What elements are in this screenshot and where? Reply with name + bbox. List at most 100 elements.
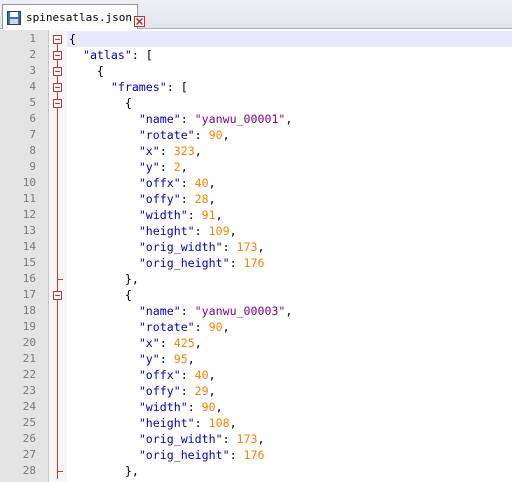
code-text: "offx": 40,	[69, 175, 216, 191]
line-number: 6	[29, 112, 36, 125]
line-number: 5	[29, 96, 36, 109]
code-token: 108	[208, 416, 230, 430]
line-number: 14	[22, 240, 36, 253]
code-token: "rotate"	[138, 128, 195, 142]
code-token: {	[69, 64, 104, 78]
code-token: "y"	[138, 160, 160, 174]
code-text: "rotate": 90,	[69, 319, 230, 335]
code-token: :	[180, 384, 195, 398]
fold-toggle-icon[interactable]	[53, 35, 62, 44]
code-text: "orig_height": 176	[69, 255, 265, 271]
line-number: 21	[22, 352, 36, 365]
code-token: {	[69, 32, 76, 46]
code-token: "orig_width"	[138, 240, 223, 254]
code-text: "atlas": [	[69, 47, 153, 63]
code-line[interactable]: 1{	[0, 31, 512, 47]
code-text: },	[69, 271, 139, 287]
code-token: :	[180, 112, 195, 126]
code-line[interactable]: 2 "atlas": [	[0, 47, 512, 63]
code-line[interactable]: 9 "y": 2,	[0, 159, 512, 175]
code-token: :	[180, 368, 195, 382]
code-token: ,	[180, 160, 188, 174]
code-token: 109	[208, 224, 230, 238]
code-line[interactable]: 16 },	[0, 271, 512, 287]
code-editor[interactable]: 1{2 "atlas": [3 {4 "frames": [5 {6 "name…	[0, 30, 512, 482]
code-line[interactable]: 19 "rotate": 90,	[0, 319, 512, 335]
fold-end-marker	[57, 279, 63, 280]
code-line[interactable]: 8 "x": 323,	[0, 143, 512, 159]
code-line[interactable]: 24 "width": 90,	[0, 399, 512, 415]
code-line[interactable]: 14 "orig_width": 173,	[0, 239, 512, 255]
code-line[interactable]: 10 "offx": 40,	[0, 175, 512, 191]
code-text: {	[69, 95, 132, 111]
code-line[interactable]: 28 },	[0, 463, 512, 479]
code-text: "name": "yanwu_00001",	[69, 111, 293, 127]
code-token: "y"	[138, 352, 160, 366]
code-token: :	[180, 176, 195, 190]
code-token: 28	[194, 192, 209, 206]
code-token: 176	[243, 448, 265, 462]
code-line[interactable]: 25 "height": 108,	[0, 415, 512, 431]
line-number: 20	[22, 336, 36, 349]
fold-toggle-icon[interactable]	[53, 99, 62, 108]
line-number: 15	[22, 256, 36, 269]
code-token: "yanwu_00003"	[194, 304, 286, 318]
code-line[interactable]: 17 {	[0, 287, 512, 303]
code-line[interactable]: 12 "width": 91,	[0, 207, 512, 223]
code-line[interactable]: 5 {	[0, 95, 512, 111]
code-line[interactable]: 22 "offx": 40,	[0, 367, 512, 383]
code-text: "frames": [	[69, 79, 188, 95]
code-text: "offy": 29,	[69, 383, 216, 399]
code-token: ,	[229, 224, 237, 238]
line-number: 11	[22, 192, 36, 205]
code-token: 95	[173, 352, 188, 366]
code-line[interactable]: 4 "frames": [	[0, 79, 512, 95]
code-token: 173	[236, 240, 258, 254]
code-line[interactable]: 20 "x": 425,	[0, 335, 512, 351]
code-token: :	[159, 160, 174, 174]
line-number: 8	[29, 144, 36, 157]
code-line[interactable]: 6 "name": "yanwu_00001",	[0, 111, 512, 127]
line-number: 3	[29, 64, 36, 77]
code-line[interactable]: 3 {	[0, 63, 512, 79]
code-line[interactable]: 18 "name": "yanwu_00003",	[0, 303, 512, 319]
code-line[interactable]: 26 "orig_width": 173,	[0, 431, 512, 447]
code-line[interactable]: 23 "offy": 29,	[0, 383, 512, 399]
code-token: "x"	[138, 144, 160, 158]
code-token: ,	[215, 208, 223, 222]
code-token: ,	[208, 384, 216, 398]
code-line[interactable]: 11 "offy": 28,	[0, 191, 512, 207]
fold-toggle-icon[interactable]	[53, 67, 62, 76]
code-token: 2	[173, 160, 181, 174]
code-line[interactable]: 7 "rotate": 90,	[0, 127, 512, 143]
fold-toggle-icon[interactable]	[53, 51, 62, 60]
code-token: : [	[166, 80, 188, 94]
fold-toggle-icon[interactable]	[53, 291, 62, 300]
code-text: "width": 91,	[69, 207, 223, 223]
code-token: },	[69, 464, 139, 478]
code-line[interactable]: 13 "height": 109,	[0, 223, 512, 239]
line-number: 1	[29, 32, 36, 45]
code-line[interactable]: 15 "orig_height": 176	[0, 255, 512, 271]
close-x-icon[interactable]	[133, 12, 145, 27]
code-line[interactable]: 21 "y": 95,	[0, 351, 512, 367]
tab-spinesatlas-json[interactable]: spinesatlas.json	[2, 4, 145, 29]
code-text: "y": 95,	[69, 351, 195, 367]
code-text: },	[69, 463, 139, 479]
fold-toggle-icon[interactable]	[53, 83, 62, 92]
code-token: ,	[257, 240, 265, 254]
code-line[interactable]: 27 "orig_height": 176	[0, 447, 512, 463]
code-token: "orig_height"	[138, 256, 230, 270]
code-token: },	[69, 272, 139, 286]
code-token: :	[194, 128, 209, 142]
code-text: "width": 90,	[69, 399, 223, 415]
